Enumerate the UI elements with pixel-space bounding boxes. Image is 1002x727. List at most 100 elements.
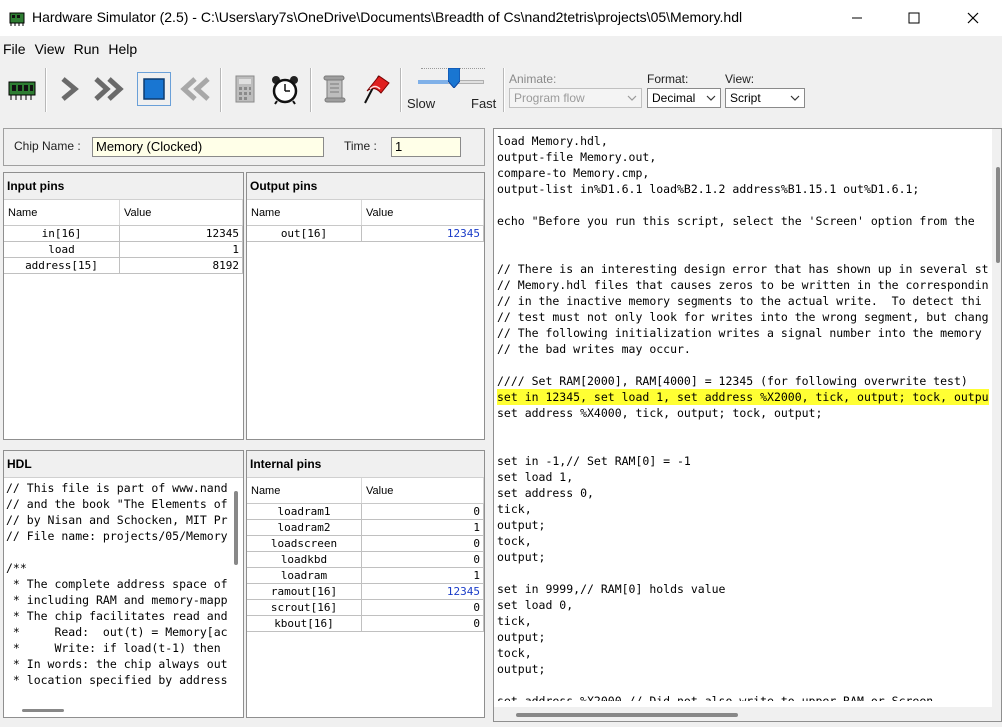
script-line: // The following initialization writes a… <box>497 326 982 340</box>
close-icon <box>967 12 979 24</box>
script-vscroll-thumb[interactable] <box>996 167 1000 263</box>
speed-slider[interactable] <box>418 67 490 98</box>
toolbar-separator <box>220 68 222 112</box>
pin-value[interactable]: 1 <box>120 242 243 258</box>
maximize-icon <box>908 12 920 24</box>
eval-button[interactable] <box>228 72 262 106</box>
pin-value: 0 <box>362 616 484 632</box>
table-row: loadkbd 0 <box>247 552 484 568</box>
pin-name: loadscreen <box>247 536 362 552</box>
pin-value: 1 <box>362 520 484 536</box>
internal-pins-rows: loadram1 0 loadram2 1 loadscreen 0 loadkbd 0 loa… <box>247 504 484 632</box>
script-current-line: set in 12345, set load 1, set address %X… <box>497 389 989 405</box>
script-line: set address %X2000 // Did not also write… <box>497 694 934 701</box>
pin-value[interactable]: 12345 <box>120 226 243 242</box>
run-button[interactable] <box>92 72 126 106</box>
load-chip-button[interactable] <box>5 72 39 106</box>
chip-info-bar: Chip Name : Memory (Clocked) Time : 1 <box>3 128 485 166</box>
reset-button[interactable] <box>178 72 212 106</box>
clock-button[interactable] <box>268 72 302 106</box>
script-line: tock, <box>497 534 532 548</box>
script-button[interactable] <box>317 72 351 106</box>
script-line: load Memory.hdl, <box>497 134 608 148</box>
script-line: set address 0, <box>497 486 594 500</box>
script-line: compare-to Memory.cmp, <box>497 166 650 180</box>
fast-label: Fast <box>471 96 497 111</box>
script-hscroll-thumb[interactable] <box>516 713 738 717</box>
script-line: output; <box>497 662 546 676</box>
script-line: // the bad writes may occur. <box>497 342 691 356</box>
col-value-header: Value <box>362 478 484 503</box>
hdl-line: * including RAM and memory-mapp <box>6 593 228 607</box>
input-pins-panel: Input pins Name Value in[16] 12345 load 1 … <box>3 172 244 440</box>
animate-value: Program flow <box>514 91 585 105</box>
output-pins-header: Name Value <box>247 200 484 226</box>
hdl-line: // and the book "The Elements of <box>6 497 228 511</box>
format-value: Decimal <box>652 91 696 105</box>
table-row[interactable]: in[16] 12345 <box>4 226 243 242</box>
script-line: output; <box>497 550 546 564</box>
hdl-line: * Write: if load(t-1) then <box>6 641 221 655</box>
script-line <box>497 197 989 213</box>
menu-view[interactable]: View <box>32 41 65 57</box>
pin-value: 0 <box>362 552 484 568</box>
pin-name: address[15] <box>4 258 120 274</box>
table-row: ramout[16] 12345 <box>247 584 484 600</box>
table-row[interactable]: load 1 <box>4 242 243 258</box>
script-line: output; <box>497 518 546 532</box>
script-line: echo "Before you run this script, select… <box>497 214 975 228</box>
chip-name-field: Memory (Clocked) <box>92 137 324 157</box>
animate-label: Animate: <box>509 72 557 86</box>
hdl-vertical-scrollbar[interactable] <box>234 491 238 565</box>
col-name-header: Name <box>4 200 120 225</box>
col-name-header: Name <box>247 478 362 503</box>
maximize-button[interactable] <box>891 0 937 36</box>
script-line <box>497 677 989 693</box>
close-button[interactable] <box>950 0 996 36</box>
pin-name: loadram <box>247 568 362 584</box>
menu-bar: File View Run Help <box>0 36 1002 62</box>
col-value-header: Value <box>120 200 243 225</box>
script-line: // Memory.hdl files that causes zeros to… <box>497 278 989 292</box>
animate-select[interactable]: Program flow <box>509 88 642 108</box>
col-value-header: Value <box>362 200 484 225</box>
table-row[interactable]: address[15] 8192 <box>4 258 243 274</box>
pin-value: 1 <box>362 568 484 584</box>
hdl-horizontal-scrollbar[interactable] <box>22 709 64 712</box>
format-label: Format: <box>647 72 689 86</box>
script-code[interactable]: load Memory.hdl, output-file Memory.out, c… <box>494 129 989 701</box>
menu-file[interactable]: File <box>0 41 26 57</box>
script-line: set load 1, <box>497 470 574 484</box>
chip-name-label: Chip Name : <box>14 139 81 153</box>
script-line: set in 9999,// RAM[0] holds value <box>497 582 726 596</box>
script-line: tick, <box>497 614 532 628</box>
single-step-button[interactable] <box>52 72 86 106</box>
table-row: loadram2 1 <box>247 520 484 536</box>
minimize-button[interactable] <box>834 0 880 36</box>
input-pins-header: Name Value <box>4 200 243 226</box>
red-flag-icon <box>364 75 390 104</box>
format-select[interactable]: Decimal <box>647 88 721 108</box>
pin-value[interactable]: 8192 <box>120 258 243 274</box>
menu-run[interactable]: Run <box>71 41 100 57</box>
script-line: // test must not only look for writes in… <box>497 310 989 324</box>
pin-name: out[16] <box>247 226 362 242</box>
menu-help[interactable]: Help <box>105 41 137 57</box>
output-pins-title: Output pins <box>247 173 484 200</box>
script-line: output-list in%D1.6.1 load%B2.1.2 addres… <box>497 182 920 196</box>
scroll-icon <box>323 75 346 103</box>
slider-thumb[interactable] <box>447 67 461 89</box>
hdl-line: // by Nisan and Schocken, MIT Pr <box>6 513 228 527</box>
alarm-clock-icon <box>272 76 298 105</box>
breakpoints-button[interactable] <box>358 72 392 106</box>
script-line: set in -1,// Set RAM[0] = -1 <box>497 454 691 468</box>
script-vertical-scrollbar[interactable] <box>992 129 1001 709</box>
script-line <box>497 229 989 245</box>
hdl-line: // This file is part of www.nand <box>6 481 228 495</box>
stop-button[interactable] <box>137 72 171 106</box>
view-label: View: <box>725 72 755 86</box>
title-bar: Hardware Simulator (2.5) - C:\Users\ary7… <box>0 0 1002 36</box>
hdl-line: * The chip facilitates read and <box>6 609 228 623</box>
script-horizontal-scrollbar[interactable] <box>494 707 1001 721</box>
view-select[interactable]: Script <box>725 88 805 108</box>
